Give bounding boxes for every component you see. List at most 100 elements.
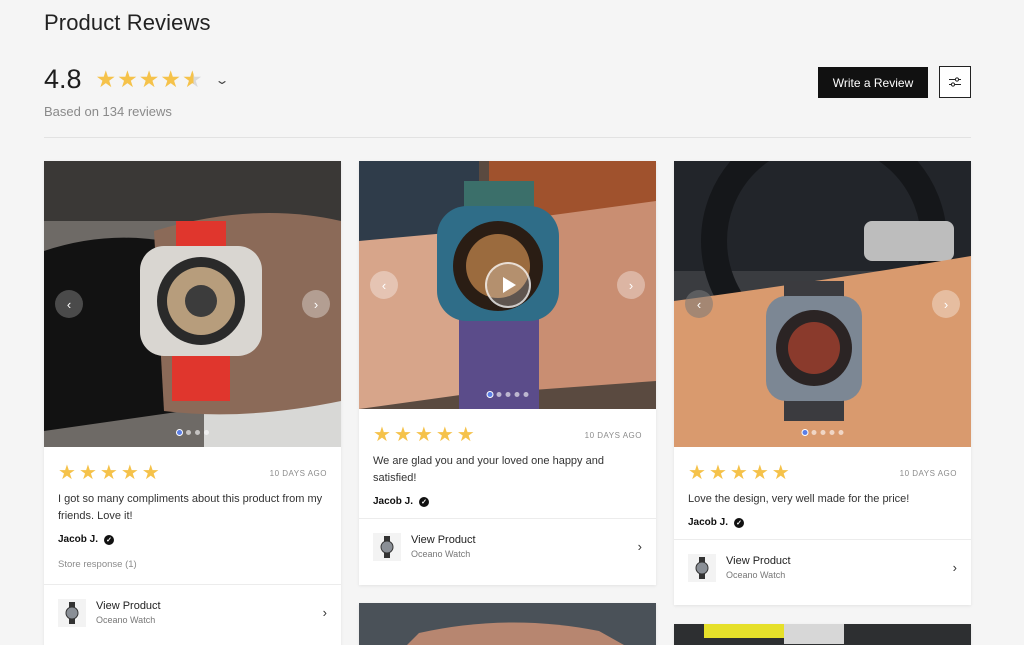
- product-info: View Product Oceano Watch: [411, 534, 638, 559]
- review-date: 10 DAYS AGO: [584, 431, 642, 440]
- review-photo[interactable]: [359, 603, 656, 645]
- review-body: ★ ★ ★ ★ ★ 10 DAYS AGO Love the design, v…: [674, 447, 971, 528]
- review-photo[interactable]: ‹ ›: [44, 161, 341, 447]
- star-icon: ★: [373, 424, 391, 446]
- watch-photo: [44, 161, 341, 447]
- watch-icon: [380, 535, 394, 558]
- author-name: Jacob J.: [373, 496, 414, 507]
- review-card: ‹ › ★ ★ ★ ★ ★ 10 DAYS AGO Love the desig…: [674, 161, 971, 605]
- average-stars: ★ ★ ★ ★ ★: [96, 68, 203, 91]
- author-name: Jacob J.: [688, 517, 729, 528]
- star-icon: ★: [729, 462, 748, 484]
- star-icon: ★: [99, 462, 118, 484]
- review-text: I got so many compliments about this pro…: [58, 493, 323, 522]
- image-dot[interactable]: [514, 392, 519, 397]
- next-image-button[interactable]: ›: [302, 290, 330, 318]
- star-icon: ★: [771, 462, 790, 484]
- star-icon: ★: [138, 66, 160, 92]
- chevron-down-icon[interactable]: ⌄: [214, 73, 229, 87]
- image-dot[interactable]: [820, 430, 825, 435]
- previous-image-button[interactable]: ‹: [370, 271, 398, 299]
- image-dot[interactable]: [802, 430, 807, 435]
- previous-image-button[interactable]: ‹: [685, 290, 713, 318]
- review-date: 10 DAYS AGO: [269, 469, 327, 478]
- review-text: Love the design, very well made for the …: [688, 493, 910, 505]
- review-body: ★ ★ ★ ★ ★ 10 DAYS AGO We are glad you an…: [359, 409, 656, 507]
- star-icon: ★: [78, 462, 97, 484]
- write-review-button[interactable]: Write a Review: [818, 67, 928, 98]
- product-name: Oceano Watch: [726, 570, 786, 580]
- review-photo[interactable]: ‹ ›: [359, 161, 656, 409]
- page-title: Product Reviews: [44, 10, 211, 35]
- product-thumbnail: [373, 532, 401, 561]
- store-response-link[interactable]: Store response (1): [58, 559, 327, 570]
- image-dot[interactable]: [505, 392, 510, 397]
- product-title: View Product: [411, 534, 476, 546]
- star-icon: ★: [750, 462, 769, 484]
- product-info: View Product Oceano Watch: [96, 600, 323, 625]
- review-photo[interactable]: [674, 624, 971, 645]
- half-star-icon: ★: [182, 66, 203, 92]
- image-dot[interactable]: [185, 430, 191, 435]
- review-author: Jacob J. ✓: [688, 517, 957, 528]
- next-image-button[interactable]: ›: [932, 290, 960, 318]
- previous-image-button[interactable]: ‹: [55, 290, 83, 318]
- review-count: Based on 134 reviews: [44, 104, 172, 119]
- check-badge-icon: ✓: [419, 496, 430, 507]
- average-rating: 4.8 ★ ★ ★ ★ ★ ⌄: [44, 64, 229, 95]
- image-dot[interactable]: [176, 430, 182, 435]
- watch-photo: [359, 603, 656, 645]
- star-icon: ★: [393, 424, 412, 446]
- product-title: View Product: [726, 555, 791, 567]
- watch-photo: [674, 624, 971, 645]
- star-icon: ★: [708, 462, 727, 484]
- star-icon: ★: [414, 424, 433, 446]
- star-icon: ★: [58, 462, 76, 484]
- star-icon: ★: [141, 462, 160, 484]
- product-name: Oceano Watch: [411, 549, 471, 559]
- chevron-right-icon: ›: [637, 539, 642, 554]
- image-dot[interactable]: [811, 430, 816, 435]
- image-dot[interactable]: [487, 392, 492, 397]
- product-thumbnail: [688, 553, 716, 582]
- watch-icon: [695, 556, 709, 579]
- filter-button[interactable]: [939, 66, 971, 98]
- average-score: 4.8: [44, 64, 82, 94]
- star-icon: ★: [160, 66, 182, 92]
- header-divider: [44, 137, 971, 138]
- watch-icon: [65, 601, 79, 624]
- product-info: View Product Oceano Watch: [726, 555, 953, 580]
- star-icon: ★: [95, 66, 117, 92]
- image-dot[interactable]: [203, 430, 209, 435]
- check-badge-icon: ✓: [104, 534, 115, 545]
- image-dots: [176, 430, 209, 435]
- play-video-button[interactable]: [484, 262, 531, 308]
- review-card: ‹ › ★ ★ ★ ★ ★ 10 DAYS AGO We are glad yo…: [359, 161, 656, 585]
- review-card: [359, 603, 656, 645]
- view-product-link[interactable]: View Product Oceano Watch ›: [674, 539, 971, 595]
- product-name: Oceano Watch: [96, 615, 156, 625]
- chevron-right-icon: ›: [322, 605, 327, 620]
- chevron-right-icon: ›: [952, 560, 957, 575]
- author-name: Jacob J.: [58, 534, 99, 545]
- product-thumbnail: [58, 598, 86, 627]
- star-icon: ★: [117, 66, 138, 92]
- sliders-icon: [949, 77, 961, 87]
- view-product-link[interactable]: View Product Oceano Watch ›: [44, 584, 341, 640]
- star-icon: ★: [435, 424, 454, 446]
- star-icon: ★: [120, 462, 139, 484]
- review-author: Jacob J. ✓: [58, 534, 327, 545]
- star-icon: ★: [688, 462, 706, 484]
- product-title: View Product: [96, 600, 161, 612]
- image-dot[interactable]: [838, 430, 843, 435]
- review-card: [674, 624, 971, 645]
- review-photo[interactable]: ‹ ›: [674, 161, 971, 447]
- next-image-button[interactable]: ›: [617, 271, 645, 299]
- image-dot[interactable]: [194, 430, 200, 435]
- image-dot[interactable]: [523, 392, 528, 397]
- view-product-link[interactable]: View Product Oceano Watch ›: [359, 518, 656, 574]
- review-body: ★ ★ ★ ★ ★ 10 DAYS AGO I got so many comp…: [44, 447, 341, 570]
- image-dot[interactable]: [829, 430, 834, 435]
- review-date: 10 DAYS AGO: [899, 469, 957, 478]
- image-dot[interactable]: [496, 392, 501, 397]
